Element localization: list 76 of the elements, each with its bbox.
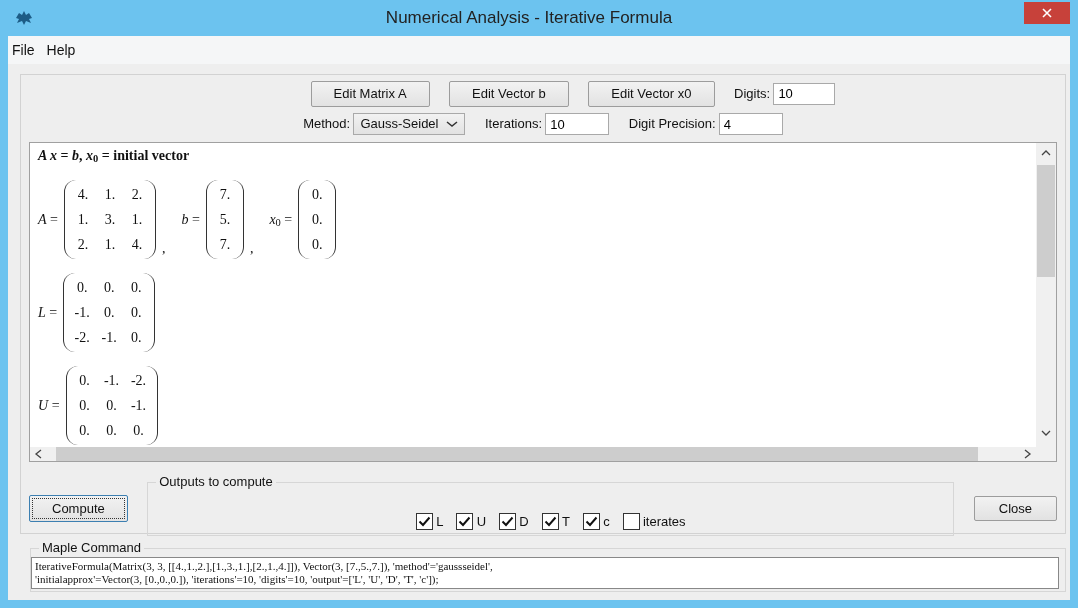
matrix-entry: 0. <box>75 278 89 297</box>
checkbox-label: U <box>476 512 487 531</box>
edit-button[interactable]: Edit Vector x0 <box>588 81 715 107</box>
precision-label: Digit Precision: <box>628 115 716 134</box>
group-title: Maple Command <box>39 540 144 556</box>
method-dropdown[interactable]: Gauss-Seidel <box>353 113 466 135</box>
checkbox[interactable] <box>456 513 474 530</box>
math-label: U = <box>38 396 60 415</box>
matrix-entry: 0. <box>105 421 118 440</box>
checkbox[interactable] <box>622 513 640 530</box>
matrix-entry: 0. <box>105 396 118 415</box>
matrix-entry: 1. <box>103 185 117 204</box>
digits-label: Digits: <box>734 85 771 103</box>
menu-item[interactable]: Help <box>46 39 76 61</box>
close-button[interactable]: Close <box>973 495 1057 522</box>
matrix-entry: 4. <box>76 185 90 204</box>
math-label: L = <box>38 303 58 322</box>
close-icon <box>1042 8 1052 18</box>
checkbox[interactable] <box>541 513 559 530</box>
matrix-entry: 3. <box>103 210 117 229</box>
matrix-entry: 7. <box>218 185 232 204</box>
checkbox-label: c <box>603 512 610 531</box>
matrix-entry: -2. <box>129 371 148 390</box>
checkbox[interactable] <box>582 513 600 530</box>
matrix-entry: 0. <box>78 371 91 390</box>
command-text-field[interactable]: IterativeFormula(Matrix(3, 3, [[4.,1.,2.],[1.,3.,1.],[2.,1.,4.]]), Vector(3, [7.,5.,7.]), 'method'='gaussseidel', 'initialapprox'=Vector(3, [0.,0.,0.]), 'iterations'=10, 'digits'=10, 'output'=['L', 'U', 'D', 'T', 'c']); <box>31 557 1059 589</box>
matrix-entry: 5. <box>218 210 232 229</box>
checkbox-label: iterates <box>642 512 686 531</box>
matrix-entry: 2. <box>130 185 144 204</box>
checkbox-label: D <box>519 512 529 531</box>
checkbox[interactable] <box>499 513 517 530</box>
math-label: x$_{0}$ = <box>269 210 293 230</box>
menu-item[interactable]: File <box>12 39 35 61</box>
checkbox-label: L <box>436 512 444 531</box>
matrix-entry: 0. <box>132 421 145 440</box>
checkbox[interactable] <box>415 513 433 530</box>
edit-button[interactable]: Edit Matrix A <box>310 81 430 107</box>
compute-button[interactable]: Compute <box>29 494 128 523</box>
matrix-entry: 4. <box>130 235 144 254</box>
matrix-entry: 0. <box>129 328 143 347</box>
math-comma: , <box>161 239 166 258</box>
digits-field[interactable]: 10 <box>773 82 836 105</box>
iterations-field[interactable]: 10 <box>545 113 610 135</box>
matrix-entry: 0. <box>102 303 116 322</box>
scrollbar-thumb[interactable] <box>1037 164 1055 277</box>
edit-button[interactable]: Edit Vector b <box>449 81 569 107</box>
matrix-entry: 0. <box>311 210 324 229</box>
matrix-entry: -1. <box>73 303 91 322</box>
matrix-entry: 1. <box>103 235 117 254</box>
matrix-entry: -1. <box>100 328 118 347</box>
leaf-icon <box>14 10 34 26</box>
matrix-entry: 0. <box>129 303 143 322</box>
math-label: A = <box>38 210 58 229</box>
checkbox-label: T <box>561 512 570 531</box>
window-title: Numerical Analysis - Iterative Formula <box>384 7 674 30</box>
matrix-entry: -1. <box>102 371 121 390</box>
precision-field[interactable]: 4 <box>718 113 783 135</box>
math-label: b = <box>181 210 200 229</box>
chevron-down-icon <box>446 120 459 128</box>
math-text: A x = b, x$_{0}$ = initial vector <box>38 146 190 166</box>
matrix-entry: 7. <box>218 235 232 254</box>
matrix-entry: 0. <box>78 421 91 440</box>
matrix-entry: 2. <box>76 235 90 254</box>
matrix-entry: 1. <box>76 210 90 229</box>
matrix-entry: 0. <box>102 278 116 297</box>
matrix-entry: 0. <box>78 396 91 415</box>
math-comma: , <box>249 239 254 258</box>
matrix-entry: 0. <box>129 278 143 297</box>
matrix-entry: 0. <box>311 235 324 254</box>
iterations-label: Iterations: <box>485 115 543 134</box>
matrix-entry: 1. <box>130 210 144 229</box>
close-button[interactable] <box>1024 2 1070 24</box>
matrix-entry: 0. <box>311 185 324 204</box>
method-label: Method: <box>303 115 351 134</box>
matrix-entry: -1. <box>129 396 148 415</box>
matrix-entry: -2. <box>73 328 91 347</box>
